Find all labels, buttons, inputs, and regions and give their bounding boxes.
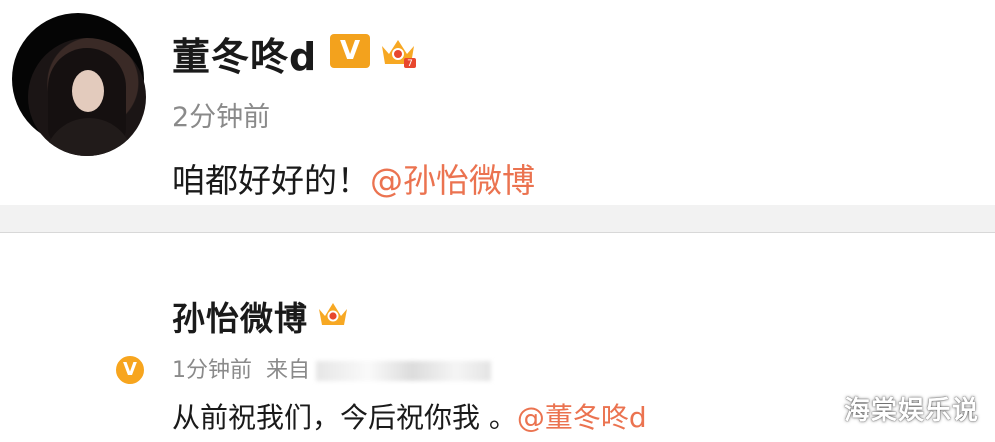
- comment-separator: [0, 205, 995, 235]
- source-label: 来自: [266, 358, 311, 383]
- mention-link[interactable]: @孙怡微博: [370, 161, 535, 200]
- comment-meta: 1分钟前 来自: [172, 352, 492, 384]
- username[interactable]: 孙怡微博: [172, 292, 308, 340]
- crown-level-icon: 7: [382, 40, 416, 69]
- watermark: 海棠娱乐说: [843, 396, 979, 426]
- comment-body: 咱都好好的！: [172, 161, 370, 200]
- avatar[interactable]: [28, 38, 146, 156]
- verified-v-icon: V: [113, 353, 147, 387]
- username[interactable]: 董冬咚d: [172, 26, 317, 81]
- mention-link[interactable]: @董冬咚d: [517, 401, 647, 434]
- svg-text:7: 7: [407, 59, 413, 69]
- avatar-face: [72, 70, 104, 112]
- timestamp: 2分钟前: [172, 102, 271, 133]
- comment-body: 从前祝我们，今后祝你我 。: [172, 401, 517, 434]
- verified-v-icon: V: [330, 34, 370, 68]
- comment-text: 从前祝我们，今后祝你我 。@董冬咚d: [172, 396, 647, 436]
- timestamp: 1分钟前: [172, 358, 252, 383]
- comment-text: 咱都好好的！@孙怡微博: [172, 154, 535, 202]
- blurred-source: [316, 361, 492, 381]
- crown-level-icon: [319, 303, 347, 325]
